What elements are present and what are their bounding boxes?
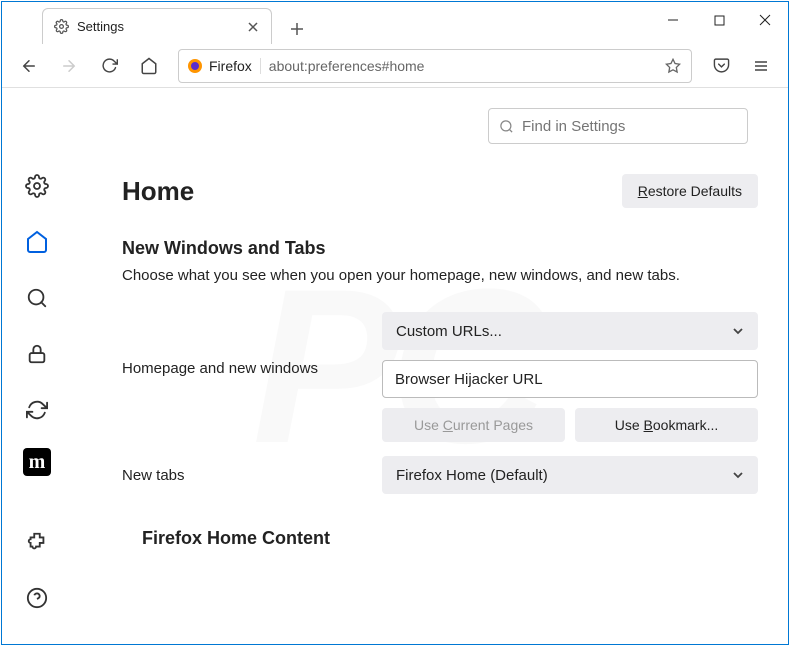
minimize-button[interactable] — [650, 2, 696, 38]
sidebar-item-search[interactable] — [19, 280, 55, 316]
window-close-button[interactable] — [742, 2, 788, 38]
site-identity: Firefox — [187, 58, 261, 74]
restore-defaults-button[interactable]: Restore Defaults — [622, 174, 758, 208]
firefox-icon — [187, 58, 203, 74]
settings-sidebar: m — [2, 88, 72, 644]
new-tabs-label: New tabs — [122, 467, 382, 484]
bookmark-star-icon[interactable] — [663, 56, 683, 76]
sidebar-item-privacy[interactable] — [19, 336, 55, 372]
close-icon[interactable] — [245, 19, 261, 35]
section-heading-firefox-home-content: Firefox Home Content — [142, 528, 758, 549]
sidebar-item-extensions[interactable] — [19, 524, 55, 560]
homepage-url-input[interactable] — [382, 360, 758, 398]
chevron-down-icon — [732, 325, 744, 337]
new-tab-button[interactable] — [282, 14, 312, 44]
forward-button[interactable] — [52, 49, 86, 83]
identity-label: Firefox — [209, 58, 252, 74]
use-bookmark-button[interactable]: Use Bookmark... — [575, 408, 758, 442]
search-icon — [499, 119, 514, 134]
address-bar[interactable]: Firefox about:preferences#home — [178, 49, 692, 83]
tab-title: Settings — [77, 19, 237, 34]
new-tabs-select[interactable]: Firefox Home (Default) — [382, 456, 758, 494]
maximize-button[interactable] — [696, 2, 742, 38]
main-content: Home Restore Defaults New Windows and Ta… — [72, 88, 788, 644]
settings-search-input[interactable] — [522, 118, 737, 135]
toolbar: Firefox about:preferences#home — [2, 44, 788, 88]
section-heading-new-windows-tabs: New Windows and Tabs — [122, 238, 758, 259]
sidebar-item-support[interactable] — [19, 580, 55, 616]
gear-icon — [53, 19, 69, 35]
chevron-down-icon — [732, 469, 744, 481]
titlebar: Settings — [2, 2, 788, 44]
section-description: Choose what you see when you open your h… — [122, 267, 758, 284]
select-value: Firefox Home (Default) — [396, 467, 548, 484]
use-current-pages-button[interactable]: Use Current Pages — [382, 408, 565, 442]
homepage-label: Homepage and new windows — [122, 312, 382, 377]
homepage-mode-select[interactable]: Custom URLs... — [382, 312, 758, 350]
sidebar-item-home[interactable] — [19, 224, 55, 260]
sidebar-item-sync[interactable] — [19, 392, 55, 428]
reload-button[interactable] — [92, 49, 126, 83]
sidebar-item-general[interactable] — [19, 168, 55, 204]
url-text: about:preferences#home — [269, 58, 655, 74]
select-value: Custom URLs... — [396, 323, 502, 340]
back-button[interactable] — [12, 49, 46, 83]
menu-button[interactable] — [744, 49, 778, 83]
home-button[interactable] — [132, 49, 166, 83]
sidebar-item-more-from-mozilla[interactable]: m — [23, 448, 51, 476]
settings-search[interactable] — [488, 108, 748, 144]
page-title: Home — [122, 176, 194, 207]
pocket-icon[interactable] — [704, 49, 738, 83]
browser-tab[interactable]: Settings — [42, 8, 272, 44]
